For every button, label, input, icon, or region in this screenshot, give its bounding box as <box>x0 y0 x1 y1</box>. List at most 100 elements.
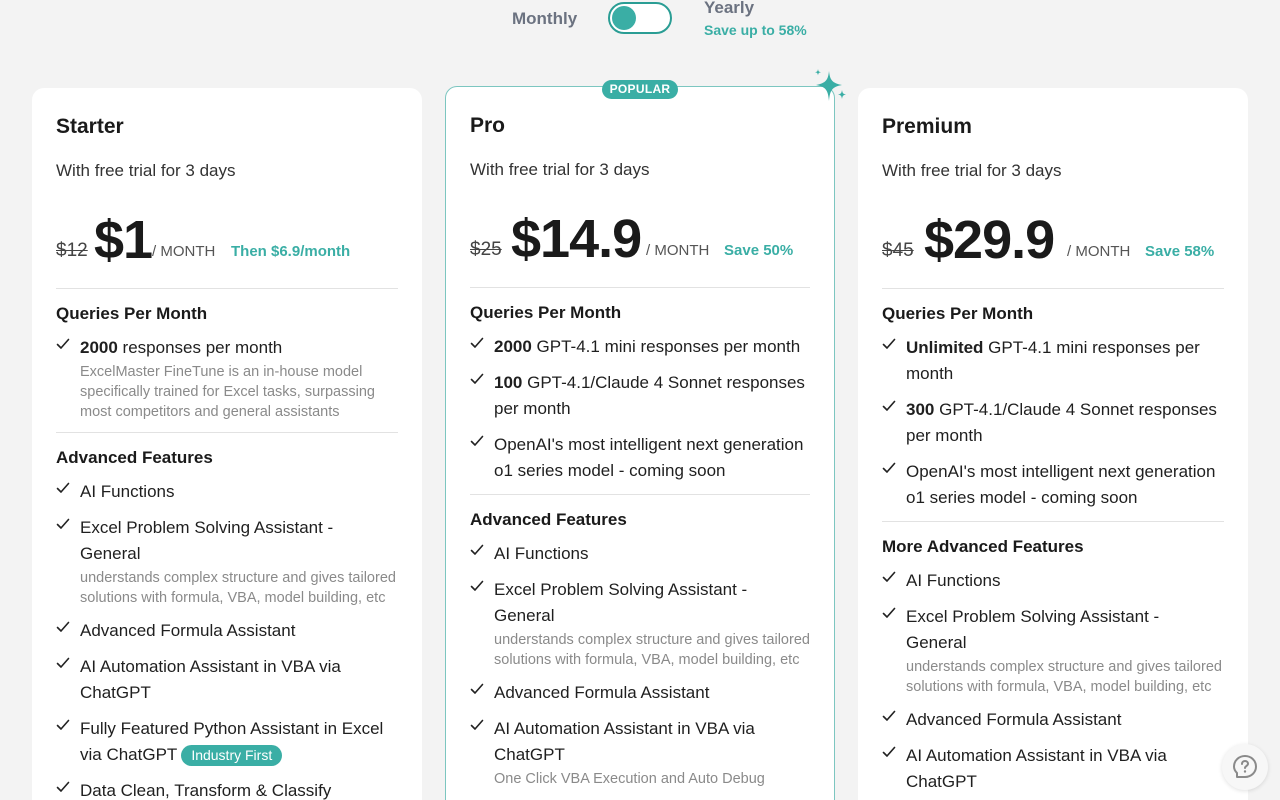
feature-item: 2000 GPT-4.1 mini responses per month <box>470 334 810 360</box>
feature-text: AI Functions <box>494 544 589 563</box>
section-title: Advanced Features <box>470 510 627 529</box>
feature-item: AI Automation Assistant in VBA via ChatG… <box>56 654 398 706</box>
sparkle-icon <box>815 69 846 101</box>
check-icon <box>56 621 70 632</box>
plan-name: Pro <box>470 114 506 137</box>
check-icon <box>470 373 484 384</box>
section-divider <box>56 288 398 289</box>
feature-item: Data Clean, Transform & Classify <box>56 778 398 800</box>
feature-list: Unlimited GPT-4.1 mini responses per mon… <box>882 335 1224 511</box>
feature-list: 2000 GPT-4.1 mini responses per month 100… <box>470 334 810 484</box>
feature-list: AI Functions Excel Problem Solving Assist… <box>882 568 1224 795</box>
feature-item: 300 GPT-4.1/Claude 4 Sonnet responses pe… <box>882 397 1224 449</box>
section-title: More Advanced Features <box>882 537 1084 556</box>
feature-list: AI Functions Excel Problem Solving Assist… <box>470 541 810 789</box>
current-price: $14.9 <box>511 209 642 269</box>
feature-text: Excel Problem Solving Assistant - Genera… <box>494 580 748 625</box>
feature-description: understands complex structure and gives … <box>80 570 396 606</box>
check-icon <box>470 683 484 694</box>
check-icon <box>882 746 896 757</box>
feature-text: GPT-4.1/Claude 4 Sonnet responses per mo… <box>906 400 1217 445</box>
section-divider <box>470 287 810 288</box>
feature-item: Unlimited GPT-4.1 mini responses per mon… <box>882 335 1224 387</box>
current-price: $1 <box>94 210 153 270</box>
feature-text: Advanced Formula Assistant <box>494 683 710 702</box>
check-icon <box>882 338 896 349</box>
help-chat-button[interactable] <box>1222 744 1268 790</box>
feature-item: Excel Problem Solving Assistant - Genera… <box>56 515 398 608</box>
plan-subtitle: With free trial for 3 days <box>470 160 650 179</box>
price-unit: / MONTH <box>1067 243 1131 260</box>
feature-item: AI Functions <box>56 479 398 505</box>
feature-text: Advanced Formula Assistant <box>906 710 1122 729</box>
popular-badge: POPULAR <box>602 80 678 99</box>
original-price: $25 <box>470 239 502 260</box>
feature-item: AI Functions <box>470 541 810 567</box>
feature-description: One Click VBA Execution and Auto Debug <box>494 771 765 787</box>
price-row: $45 $29.9 / MONTH Save 58% <box>882 202 1224 272</box>
check-icon <box>882 607 896 618</box>
feature-description: ExcelMaster FineTune is an in-house mode… <box>80 364 375 420</box>
check-icon <box>882 400 896 411</box>
industry-first-badge: Industry First <box>181 745 283 766</box>
feature-text: Data Clean, Transform & Classify <box>80 781 332 800</box>
feature-text: responses per month <box>117 338 283 357</box>
plan-subtitle: With free trial for 3 days <box>56 161 236 180</box>
monthly-label[interactable]: Monthly <box>512 9 577 29</box>
check-icon <box>470 719 484 730</box>
check-icon <box>56 518 70 529</box>
feature-item: AI Automation Assistant in VBA via ChatG… <box>882 743 1224 795</box>
feature-text: AI Functions <box>906 571 1001 590</box>
yearly-label[interactable]: Yearly <box>704 0 754 18</box>
current-price: $29.9 <box>924 210 1055 270</box>
check-icon <box>56 657 70 668</box>
feature-item: Advanced Formula Assistant <box>56 618 398 644</box>
original-price: $12 <box>56 240 88 261</box>
plan-subtitle: With free trial for 3 days <box>882 161 1062 180</box>
original-price: $45 <box>882 240 914 261</box>
check-icon <box>470 337 484 348</box>
billing-period-switch[interactable] <box>608 2 672 34</box>
price-note: Save 50% <box>724 242 794 259</box>
feature-text: AI Automation Assistant in VBA via ChatG… <box>80 657 341 702</box>
feature-item: 2000 responses per month ExcelMaster Fine… <box>56 335 398 422</box>
feature-text: AI Automation Assistant in VBA via ChatG… <box>906 746 1167 791</box>
check-icon <box>882 571 896 582</box>
section-divider <box>882 521 1224 522</box>
feature-text: AI Functions <box>80 482 175 501</box>
check-icon <box>56 781 70 792</box>
feature-text: GPT-4.1/Claude 4 Sonnet responses per mo… <box>494 373 805 418</box>
feature-description: understands complex structure and gives … <box>906 659 1222 695</box>
feature-item: OpenAI's most intelligent next generatio… <box>470 432 810 484</box>
section-divider <box>470 494 810 495</box>
check-icon <box>470 580 484 591</box>
plan-card-premium: Premium With free trial for 3 days $45 $29.… <box>858 88 1248 800</box>
feature-quantity: Unlimited <box>906 338 984 357</box>
section-title: Advanced Features <box>56 448 213 467</box>
feature-text: Excel Problem Solving Assistant - Genera… <box>906 607 1160 652</box>
price-row: $12 $1/ MONTH Then $6.9/month <box>56 202 398 272</box>
section-divider <box>56 432 398 433</box>
feature-text: Excel Problem Solving Assistant - Genera… <box>80 518 334 563</box>
feature-item: Excel Problem Solving Assistant - Genera… <box>470 577 810 670</box>
feature-quantity: 300 <box>906 400 935 419</box>
feature-text: Advanced Formula Assistant <box>80 621 296 640</box>
feature-item: OpenAI's most intelligent next generatio… <box>882 459 1224 511</box>
feature-description: understands complex structure and gives … <box>494 632 810 668</box>
check-icon <box>882 462 896 473</box>
help-chat-icon <box>1233 755 1257 778</box>
section-divider <box>882 288 1224 289</box>
price-unit: / MONTH <box>152 243 216 260</box>
section-title: Queries Per Month <box>470 303 622 322</box>
check-icon <box>470 435 484 446</box>
billing-toggle-row: Monthly Yearly Save up to 58% <box>0 0 1280 50</box>
check-icon <box>56 719 70 730</box>
feature-quantity: 100 <box>494 373 523 392</box>
feature-text: GPT-4.1 mini responses per month <box>531 337 801 356</box>
price-unit: / MONTH <box>646 242 710 259</box>
price-note: Then $6.9/month <box>231 243 351 260</box>
plan-name: Starter <box>56 115 124 138</box>
feature-item: 100 GPT-4.1/Claude 4 Sonnet responses pe… <box>470 370 810 422</box>
feature-item: Fully Featured Python Assistant in Excel… <box>56 716 398 768</box>
check-icon <box>56 338 70 349</box>
